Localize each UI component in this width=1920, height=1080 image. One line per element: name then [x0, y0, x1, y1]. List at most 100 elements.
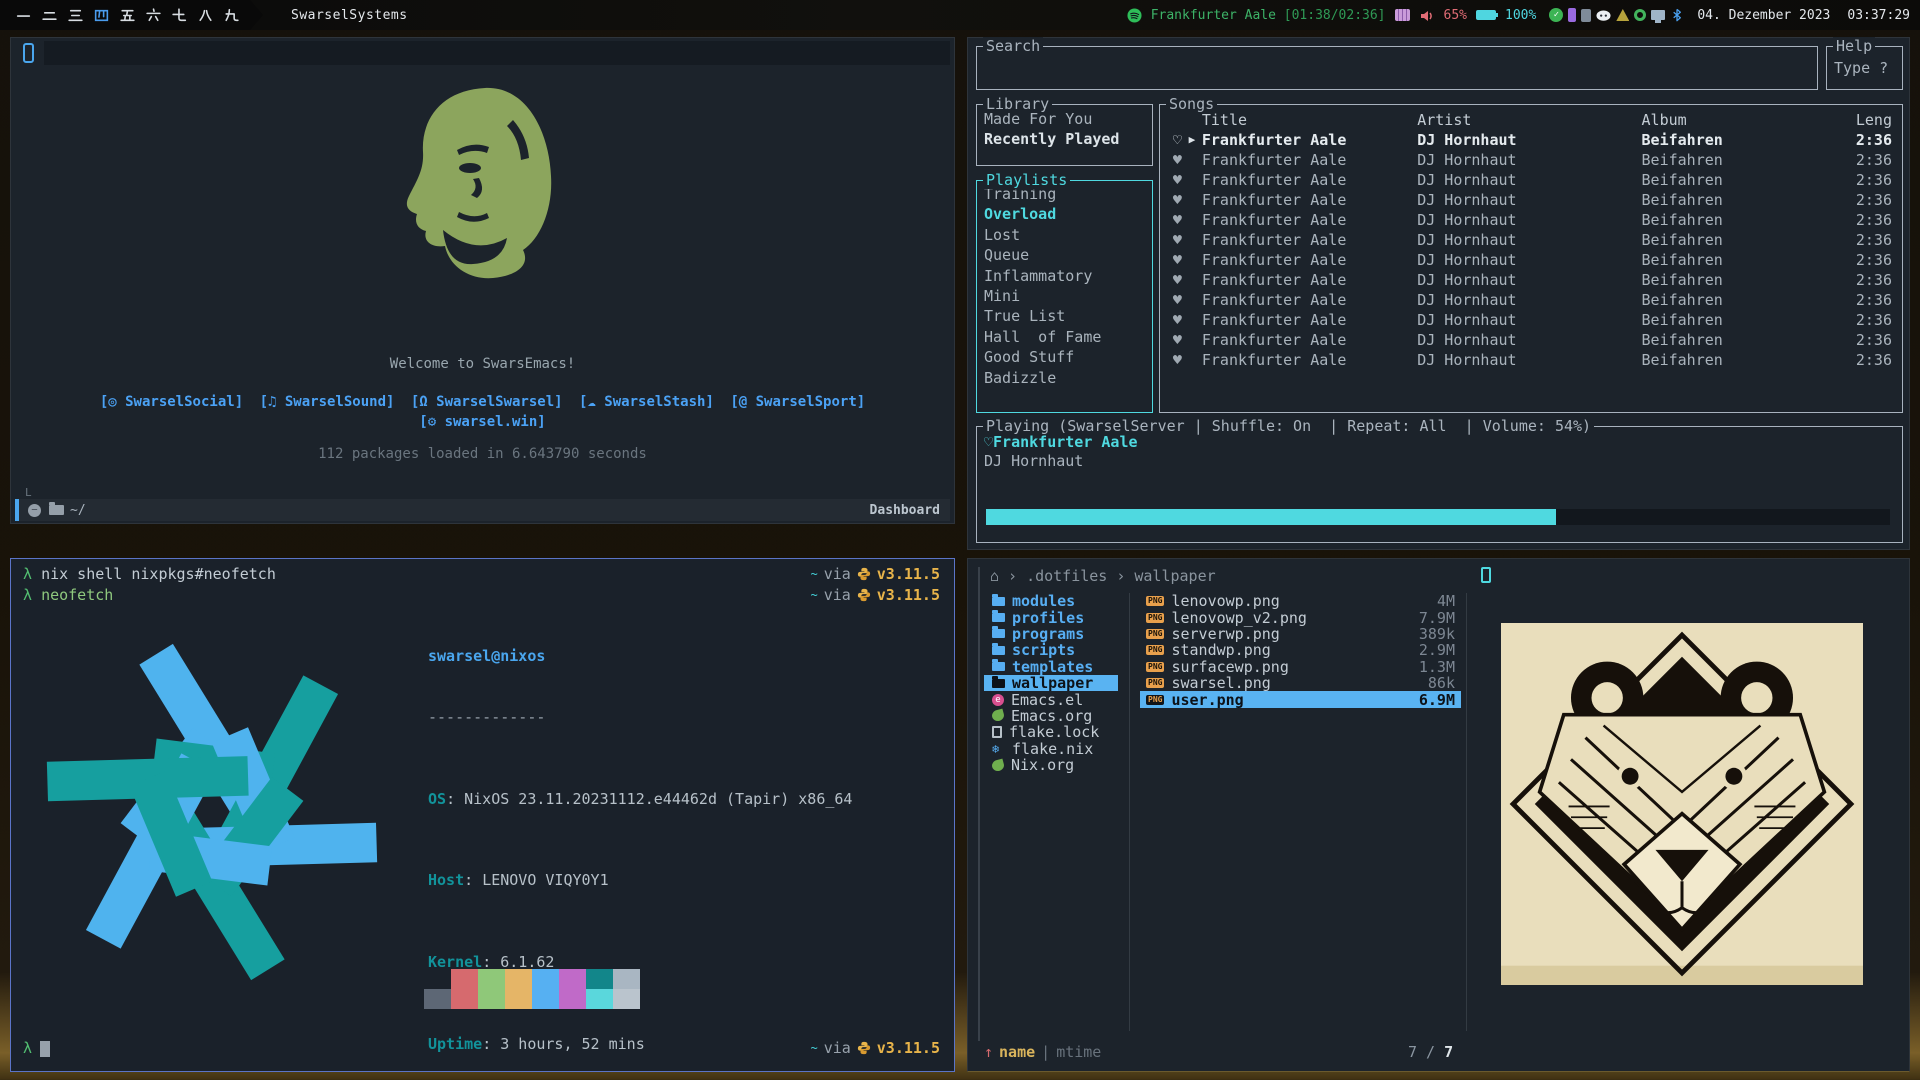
heart-icon[interactable]: ♥	[1160, 190, 1182, 210]
playing-heart-icon[interactable]: ♡	[984, 433, 993, 451]
heart-icon[interactable]: ♥	[1160, 210, 1182, 230]
heart-icon[interactable]: ♥	[1160, 330, 1182, 350]
file-item[interactable]: Nix.org	[984, 757, 1118, 773]
sort-alt-field[interactable]: mtime	[1056, 1043, 1101, 1061]
progress-bar[interactable]	[986, 509, 1890, 525]
tab-indicator-icon[interactable]	[23, 43, 34, 63]
playlist-item[interactable]: Queue	[977, 245, 1152, 265]
playlist-item[interactable]: Badizzle	[977, 368, 1152, 388]
heart-icon[interactable]: ♥	[1160, 310, 1182, 330]
purple-tray-icon[interactable]	[1568, 8, 1576, 22]
song-row[interactable]: ♥ Frankfurter Aale DJ Hornhaut Beifahren…	[1160, 230, 1902, 250]
file-row[interactable]: PNG lenovowp.png 4M	[1140, 593, 1461, 609]
discord-icon[interactable]	[1596, 10, 1611, 21]
dir-item[interactable]: scripts	[984, 642, 1118, 658]
file-row[interactable]: PNG lenovowp_v2.png 7.9M	[1140, 609, 1461, 625]
dir-item[interactable]: templates	[984, 659, 1118, 675]
file-row[interactable]: PNG surfacewp.png 1.3M	[1140, 659, 1461, 675]
breadcrumb-dotfiles[interactable]: .dotfiles	[1026, 567, 1107, 585]
link-swarselswarsel[interactable]: [Ω SwarselSwarsel]	[411, 394, 563, 410]
breadcrumb-wallpaper[interactable]: wallpaper	[1134, 567, 1215, 585]
file-row[interactable]: PNG serverwp.png 389k	[1140, 626, 1461, 642]
dir-item[interactable]: programs	[984, 626, 1118, 642]
file-row[interactable]: PNG standwp.png 2.9M	[1140, 642, 1461, 658]
battery-icon[interactable]	[1476, 10, 1496, 20]
link-swarsel-win[interactable]: [⚙ swarsel.win]	[419, 414, 545, 430]
monitor-tray-icon[interactable]	[1651, 10, 1665, 20]
bluetooth-icon[interactable]	[1670, 8, 1684, 23]
heart-icon[interactable]: ♥	[1160, 270, 1182, 290]
spotify-icon[interactable]	[1127, 8, 1142, 23]
column-title[interactable]: Title	[1202, 110, 1417, 130]
playlist-item[interactable]: Good Stuff	[977, 347, 1152, 367]
dir-item-selected[interactable]: wallpaper	[984, 675, 1118, 691]
workspace-7[interactable]	[166, 0, 192, 30]
sort-direction-icon[interactable]: ↑	[984, 1043, 993, 1061]
song-row[interactable]: ♥ Frankfurter Aale DJ Hornhaut Beifahren…	[1160, 330, 1902, 350]
now-playing-text[interactable]: Frankfurter Aale [01:38/02:36]	[1151, 8, 1386, 23]
song-row[interactable]: ♥ Frankfurter Aale DJ Hornhaut Beifahren…	[1160, 350, 1902, 370]
tab-strip[interactable]	[44, 41, 950, 65]
keyboard-icon[interactable]	[1395, 9, 1410, 21]
song-row[interactable]: ♥ Frankfurter Aale DJ Hornhaut Beifahren…	[1160, 190, 1902, 210]
song-row[interactable]: ♥ Frankfurter Aale DJ Hornhaut Beifahren…	[1160, 170, 1902, 190]
file-item[interactable]: flake.nix	[984, 741, 1118, 757]
workspace-6[interactable]	[140, 0, 166, 30]
check-tray-icon[interactable]: ✓	[1549, 8, 1563, 22]
link-swarselsport[interactable]: [@ SwarselSport]	[730, 394, 865, 410]
song-row[interactable]: ♥ Frankfurter Aale DJ Hornhaut Beifahren…	[1160, 150, 1902, 170]
gray-tray-icon[interactable]	[1581, 9, 1591, 22]
heart-icon[interactable]: ♥	[1160, 290, 1182, 310]
column-artist[interactable]: Artist	[1417, 110, 1641, 130]
song-row[interactable]: ♥ Frankfurter Aale DJ Hornhaut Beifahren…	[1160, 290, 1902, 310]
playlist-item[interactable]: Inflammatory	[977, 266, 1152, 286]
link-swarselsound[interactable]: [♫ SwarselSound]	[260, 394, 395, 410]
song-row[interactable]: ♥ Frankfurter Aale DJ Hornhaut Beifahren…	[1160, 270, 1902, 290]
modeline-buffer-name[interactable]: Dashboard	[870, 503, 940, 518]
playlist-item[interactable]: Mini	[977, 286, 1152, 306]
file-row[interactable]: PNG user.png 6.9M	[1140, 691, 1461, 707]
dir-item[interactable]: modules	[984, 593, 1118, 609]
song-row[interactable]: ♥ Frankfurter Aale DJ Hornhaut Beifahren…	[1160, 250, 1902, 270]
volume-percent[interactable]: 65%	[1444, 8, 1467, 23]
heart-icon[interactable]: ♥	[1160, 350, 1182, 370]
shell-prompt[interactable]: λ	[23, 1039, 50, 1057]
battery-percent[interactable]: 100%	[1505, 8, 1536, 23]
workspace-1[interactable]	[10, 0, 36, 30]
link-swarselstash[interactable]: [☁ SwarselStash]	[579, 394, 714, 410]
workspace-8[interactable]	[192, 0, 218, 30]
home-icon[interactable]: ⌂	[990, 567, 999, 585]
breadcrumb[interactable]: ⌂ › .dotfiles › wallpaper	[990, 567, 1216, 585]
workspace-5[interactable]	[114, 0, 140, 30]
column-length[interactable]: Leng	[1856, 110, 1902, 130]
ring-tray-icon[interactable]	[1634, 9, 1646, 21]
file-item[interactable]: Emacs.org	[984, 708, 1118, 724]
workspace-9[interactable]	[218, 0, 244, 30]
heart-icon[interactable]: ♥	[1160, 250, 1182, 270]
sort-field[interactable]: name	[999, 1043, 1035, 1061]
link-swarselsocial[interactable]: [◎ SwarselSocial]	[100, 394, 243, 410]
song-row[interactable]: ♡ ▶ Frankfurter Aale DJ Hornhaut Beifahr…	[1160, 130, 1902, 150]
workspace-2[interactable]	[36, 0, 62, 30]
column-album[interactable]: Album	[1642, 110, 1856, 130]
playlist-item[interactable]: True List	[977, 306, 1152, 326]
playlist-item[interactable]: Lost	[977, 225, 1152, 245]
playlist-item[interactable]: Overload	[977, 204, 1152, 224]
heart-icon[interactable]: ♡	[1160, 130, 1182, 150]
song-row[interactable]: ♥ Frankfurter Aale DJ Hornhaut Beifahren…	[1160, 310, 1902, 330]
heart-icon[interactable]: ♥	[1160, 230, 1182, 250]
file-item[interactable]: Emacs.el	[984, 691, 1118, 707]
library-item-recently-played[interactable]: Recently Played	[977, 129, 1152, 149]
heart-icon[interactable]: ♥	[1160, 170, 1182, 190]
heart-icon[interactable]: ♥	[1160, 150, 1182, 170]
file-item[interactable]: flake.lock	[984, 724, 1118, 740]
speaker-icon[interactable]	[1419, 8, 1435, 22]
olive-tray-icon[interactable]	[1616, 9, 1629, 21]
dir-item[interactable]: profiles	[984, 609, 1118, 625]
modeline-directory[interactable]: ~/	[70, 503, 86, 518]
playlist-item[interactable]: Hall of Fame	[977, 327, 1152, 347]
workspace-3[interactable]	[62, 0, 88, 30]
song-row[interactable]: ♥ Frankfurter Aale DJ Hornhaut Beifahren…	[1160, 210, 1902, 230]
workspace-4-active[interactable]	[88, 0, 114, 30]
search-box[interactable]: Search	[976, 46, 1818, 90]
